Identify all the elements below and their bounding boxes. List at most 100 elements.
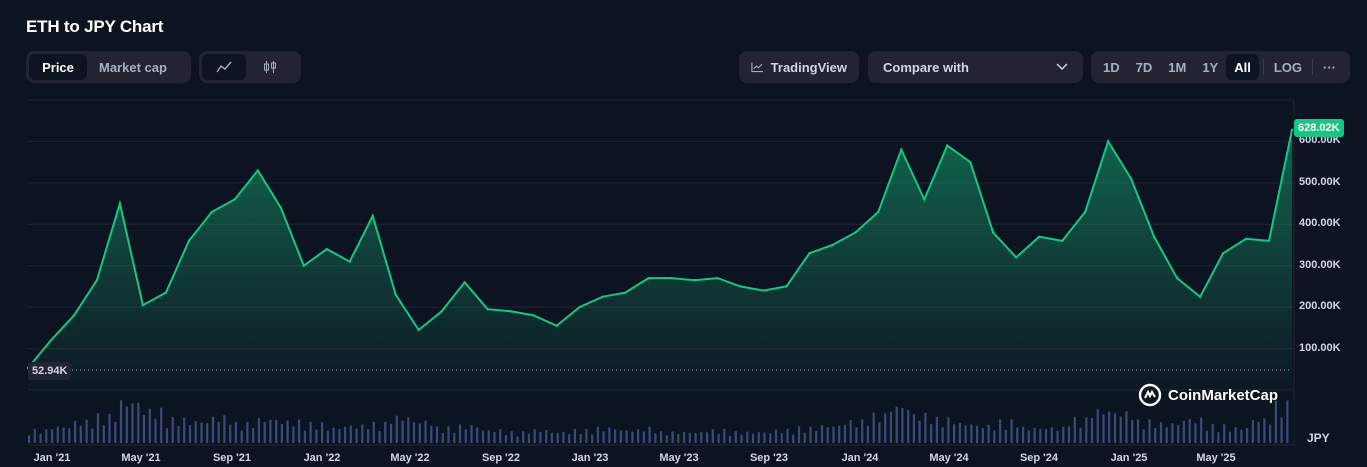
volume-bar (1142, 429, 1145, 443)
price-point (1221, 252, 1225, 255)
price-point (371, 214, 374, 218)
volume-bar (384, 421, 387, 443)
volume-bar (79, 425, 82, 443)
volume-bar (809, 426, 812, 443)
volume-bar (1004, 429, 1007, 443)
volume-bar (240, 430, 243, 443)
volume-bar (56, 426, 59, 443)
volume-bar (160, 407, 163, 443)
volume-bar (533, 429, 536, 443)
volume-bar (861, 419, 864, 443)
volume-bar (321, 422, 324, 443)
volume-bar (217, 421, 220, 443)
volume-bar (309, 421, 312, 443)
volume-bar (550, 432, 553, 443)
price-point (854, 231, 857, 234)
volume-bar (45, 429, 48, 443)
volume-bar (527, 433, 531, 443)
volume-bar (797, 426, 801, 443)
volume-bar (1200, 417, 1203, 443)
volume-bar (344, 426, 347, 443)
volume-bar (1194, 423, 1197, 443)
volume-bar (165, 428, 169, 443)
volume-bar (1062, 426, 1065, 443)
price-area (28, 129, 1292, 391)
price-point (302, 264, 305, 267)
volume-bar (1240, 429, 1243, 443)
volume-bar (269, 419, 272, 443)
volume-bar (453, 432, 456, 443)
volume-bar (62, 427, 65, 443)
volume-bar (562, 431, 565, 443)
volume-bar (924, 412, 927, 443)
y-tick-label: 400.00K (1299, 217, 1341, 230)
volume-bar (424, 420, 427, 443)
volume-bar (338, 429, 341, 443)
volume-bar (229, 424, 232, 443)
volume-bar (958, 422, 961, 443)
volume-bar (1050, 427, 1053, 443)
volume-bar (367, 429, 370, 443)
volume-bar (740, 434, 743, 443)
price-point (762, 289, 765, 292)
price-point (279, 206, 282, 209)
volume-bar (1027, 430, 1030, 443)
volume-bars (28, 400, 1289, 443)
volume-bar (556, 433, 559, 443)
volume-bar (252, 428, 255, 443)
volume-bar (504, 435, 508, 443)
volume-bar (487, 430, 490, 443)
volume-bar (642, 431, 645, 443)
volume-bar (1263, 418, 1266, 443)
volume-bar (177, 426, 180, 443)
volume-bar (481, 430, 485, 443)
volume-bar (746, 431, 749, 443)
x-tick-label: Sep '22 (481, 452, 521, 464)
volume-bar (91, 428, 94, 443)
volume-bar (1177, 425, 1180, 443)
price-point (647, 276, 650, 280)
x-tick-label: Sep '24 (1019, 452, 1059, 464)
volume-bar (751, 433, 755, 443)
y-tick-label: 500.00K (1299, 175, 1341, 188)
volume-bar (964, 425, 967, 443)
price-point (578, 305, 581, 309)
volume-bar (522, 431, 525, 443)
volume-bar (1033, 427, 1036, 443)
price-point (785, 285, 788, 288)
volume-bar (579, 434, 582, 443)
price-point (164, 291, 168, 294)
volume-bar (280, 424, 283, 443)
volume-bar (102, 425, 105, 443)
volume-bar (1039, 428, 1042, 443)
price-point (141, 303, 145, 307)
volume-bar (1056, 430, 1059, 443)
volume-bar (1228, 431, 1231, 443)
price-point (1106, 140, 1110, 143)
volume-bar (1119, 416, 1122, 443)
price-point (1129, 177, 1133, 180)
volume-bar (694, 433, 697, 443)
volume-bar (200, 422, 203, 443)
price-point (555, 324, 558, 327)
volume-bar (596, 426, 599, 443)
price-point (670, 276, 673, 280)
volume-bar (683, 432, 686, 443)
price-point (348, 260, 351, 263)
volume-bar (619, 430, 622, 443)
volume-bar (51, 429, 54, 443)
price-point (923, 198, 926, 201)
volume-bar (878, 422, 881, 443)
x-tick-label: Sep '23 (749, 452, 789, 464)
x-tick-label: Jan '25 (1110, 452, 1148, 464)
volume-bar (688, 433, 691, 443)
price-point (256, 169, 260, 172)
volume-bar (941, 427, 944, 443)
volume-bar (493, 432, 496, 443)
volume-bar (1205, 430, 1208, 443)
volume-bar (458, 424, 462, 443)
volume-bar (614, 429, 617, 443)
volume-bar (1096, 409, 1099, 443)
price-point (831, 243, 834, 247)
volume-bar (131, 403, 134, 443)
